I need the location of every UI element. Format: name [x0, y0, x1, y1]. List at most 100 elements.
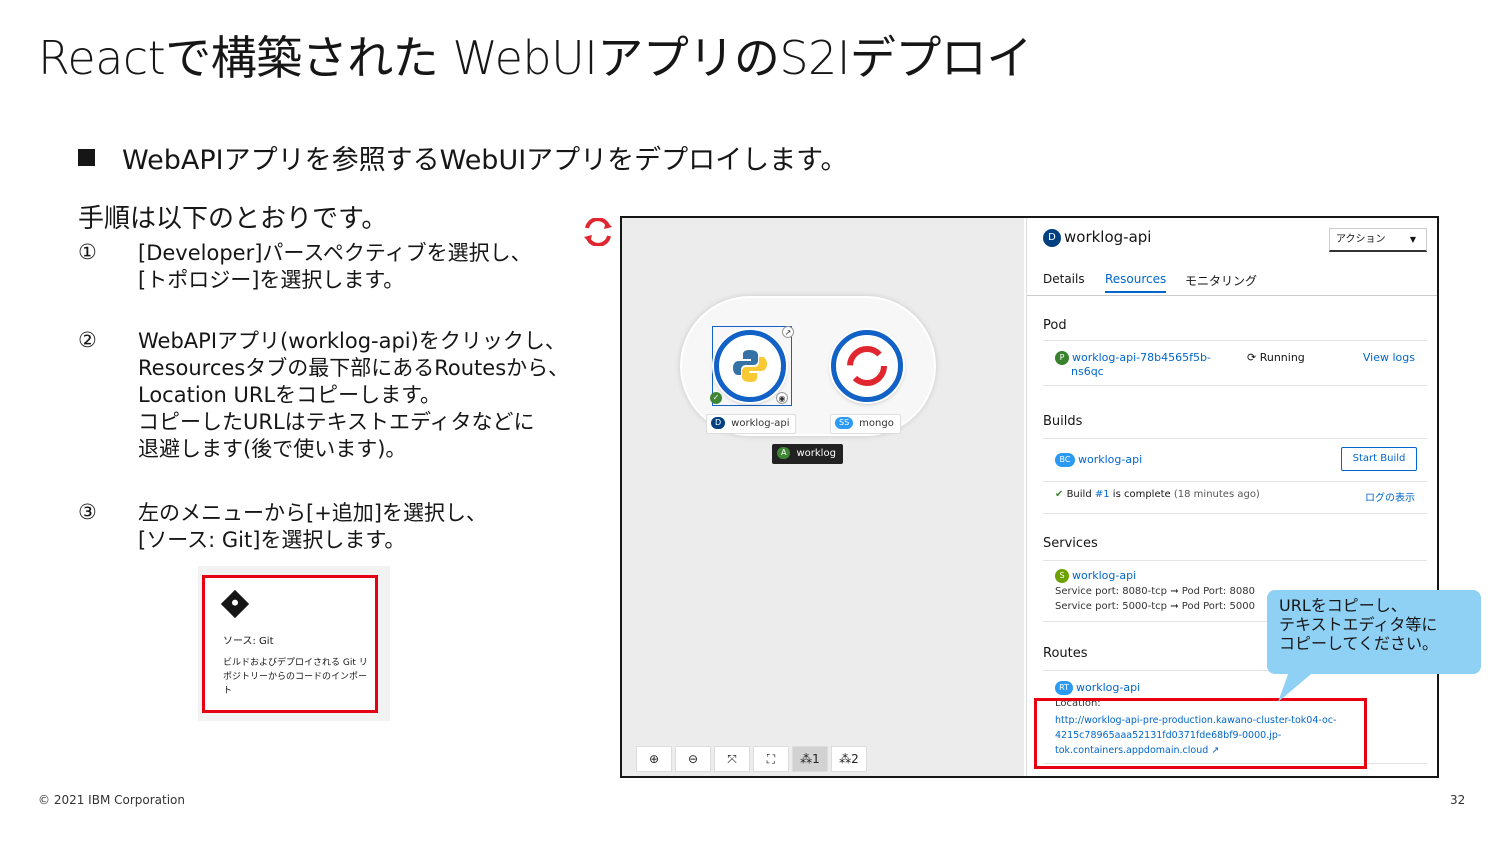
pod-badge: P	[1055, 351, 1069, 365]
step-text-3: 左のメニューから[+追加]を選択し、 [ソース: Git]を選択します。	[138, 500, 487, 554]
pod-name-line-2[interactable]: ns6qc	[1055, 365, 1211, 378]
build-status: ✔ Build #1 is complete (18 minutes ago)	[1055, 489, 1260, 500]
step-line: Resourcesタブの最下部にあるRoutesから、	[138, 356, 570, 380]
layout-1-button[interactable]: ⁂1	[792, 746, 828, 772]
build-success-icon: ✓	[710, 392, 722, 404]
tab-resources[interactable]: Resources	[1105, 272, 1167, 293]
buildconfig-badge: BC	[1055, 453, 1075, 467]
step-line: Location URLをコピーします。	[138, 383, 442, 407]
statefulset-badge: SS	[835, 417, 854, 429]
build-status-time: (18 minutes ago)	[1173, 489, 1260, 500]
page-number: 32	[1450, 793, 1466, 807]
build-status-prefix: Build	[1066, 489, 1092, 500]
node-name: worklog-api	[731, 418, 790, 429]
mongo-node-label[interactable]: SS mongo	[830, 414, 901, 434]
panel-title: Dworklog-api	[1043, 228, 1151, 247]
service-port-line-2: Service port: 5000-tcp ➞ Pod Port: 5000	[1055, 601, 1255, 612]
github-icon[interactable]: ◉	[776, 392, 788, 404]
check-circle-icon: ✔	[1055, 489, 1067, 500]
git-icon	[220, 589, 250, 619]
zoom-out-button[interactable]: ⊖	[675, 746, 711, 772]
routes-section-header: Routes	[1043, 646, 1088, 661]
sync-icon: ⟳	[1247, 351, 1260, 364]
node-name: mongo	[859, 418, 894, 429]
callout-line: コピーしてください。	[1279, 634, 1439, 653]
fit-to-screen-button[interactable]: ⤧	[714, 746, 750, 772]
slide-title: Reactで構築された WebUIアプリのS2Iデプロイ	[38, 31, 1032, 85]
python-icon	[733, 350, 767, 382]
steps-intro: 手順は以下のとおりです。	[78, 204, 388, 234]
bullet-square-icon	[78, 149, 95, 166]
step-number-1: ①	[78, 240, 97, 264]
route-url-highlight	[1034, 698, 1367, 769]
build-status-suffix: is complete	[1112, 489, 1171, 500]
worklog-api-node[interactable]	[714, 330, 786, 402]
pod-status-text: Running	[1259, 351, 1305, 364]
pod-name[interactable]: Pworklog-api-78b4565f5b- ns6qc	[1055, 351, 1211, 378]
openshift-icon	[847, 346, 887, 386]
step-line: [ソース: Git]を選択します。	[138, 528, 406, 552]
resource-side-panel: Dworklog-api アクション ▼ Details Resources モ…	[1026, 218, 1437, 776]
builds-card: BC worklog-api Start Build ✔ Build #1 is …	[1043, 438, 1427, 514]
deployment-badge: D	[1043, 228, 1061, 247]
service-name[interactable]: Sworklog-api	[1055, 569, 1136, 583]
callout-line: テキストエディタ等に	[1279, 615, 1438, 634]
service-link[interactable]: worklog-api	[1072, 569, 1136, 582]
pod-section-header: Pod	[1043, 318, 1067, 333]
pod-card: Pworklog-api-78b4565f5b- ns6qc ⟳ Running…	[1043, 340, 1427, 386]
step-text-1: [Developer]パースペクティブを選択し、 [トポロジー]を選択します。	[138, 240, 532, 294]
build-logs-link[interactable]: ログの表示	[1365, 489, 1415, 504]
service-badge: S	[1055, 569, 1069, 583]
panel-tabs: Details Resources モニタリング	[1027, 264, 1437, 296]
build-number-link[interactable]: #1	[1095, 489, 1110, 500]
deployment-badge: D	[711, 417, 726, 429]
git-card-title: ソース: Git	[223, 636, 274, 647]
tab-monitoring[interactable]: モニタリング	[1185, 272, 1257, 289]
layout-2-button[interactable]: ⁂2	[831, 746, 867, 772]
worklog-api-node-label[interactable]: Dworklog-api	[706, 414, 797, 434]
step-line: コピーしたURLはテキストエディタなどに	[138, 410, 535, 434]
build-config-link[interactable]: worklog-api	[1078, 453, 1142, 466]
application-name: worklog	[796, 448, 836, 459]
step-line: 退避します(後で使います)。	[138, 437, 407, 461]
external-link-icon[interactable]: ↗	[782, 326, 794, 338]
builds-section-header: Builds	[1043, 414, 1083, 429]
git-source-card-screenshot: ソース: Git ビルドおよびデプロイされる Git リポジトリーからのコードの…	[198, 566, 390, 721]
callout-bubble: URLをコピーし、 テキストエディタ等に コピーしてください。	[1267, 590, 1481, 674]
footer-copyright: © 2021 IBM Corporation	[38, 793, 185, 807]
route-badge: RT	[1055, 681, 1073, 695]
callout-line: URLをコピーし、	[1279, 596, 1407, 615]
application-badge: A	[777, 447, 791, 459]
mongo-node[interactable]	[831, 330, 903, 402]
panel-title-text: worklog-api	[1064, 228, 1152, 246]
zoom-in-button[interactable]: ⊕	[636, 746, 672, 772]
start-build-button[interactable]: Start Build	[1341, 447, 1417, 471]
pod-name-line-1[interactable]: worklog-api-78b4565f5b-	[1072, 351, 1211, 364]
step-number-3: ③	[78, 500, 97, 524]
action-dropdown[interactable]: アクション ▼	[1329, 228, 1427, 252]
openshift-icon	[584, 218, 612, 246]
step-number-2: ②	[78, 328, 97, 352]
git-source-card[interactable]: ソース: Git ビルドおよびデプロイされる Git リポジトリーからのコードの…	[202, 575, 378, 713]
fullscreen-button[interactable]: ⛶	[753, 746, 789, 772]
pod-status: ⟳ Running	[1247, 351, 1305, 364]
topology-toolbar: ⊕ ⊖ ⤧ ⛶ ⁂1 ⁂2	[636, 746, 867, 772]
step-text-2: WebAPIアプリ(worklog-api)をクリックし、 Resourcesタ…	[138, 328, 569, 463]
action-dropdown-label: アクション	[1336, 234, 1386, 245]
route-name[interactable]: RT worklog-api	[1055, 681, 1140, 695]
build-config-name[interactable]: BC worklog-api	[1055, 453, 1142, 467]
git-card-description: ビルドおよびデプロイされる Git リポジトリーからのコードのインポート	[223, 658, 368, 696]
service-port-line-1: Service port: 8080-tcp ➞ Pod Port: 8080	[1055, 586, 1255, 597]
step-line: 左のメニューから[+追加]を選択し、	[138, 501, 487, 525]
caret-down-icon: ▼	[1409, 235, 1416, 244]
bullet-text: WebAPIアプリを参照するWebUIアプリをデプロイします。	[122, 145, 848, 176]
step-line: WebAPIアプリ(worklog-api)をクリックし、	[138, 329, 566, 353]
view-logs-link[interactable]: View logs	[1363, 351, 1415, 364]
step-line: [Developer]パースペクティブを選択し、	[138, 241, 532, 265]
step-line: [トポロジー]を選択します。	[138, 268, 405, 292]
tab-details[interactable]: Details	[1043, 272, 1085, 286]
services-section-header: Services	[1043, 536, 1098, 551]
application-label[interactable]: Aworklog	[772, 444, 843, 464]
topology-view[interactable]: ↗ ✓ ◉ Dworklog-api SS mongo Aworklog ⊕ ⊖ …	[622, 218, 1024, 776]
route-link[interactable]: worklog-api	[1076, 681, 1140, 694]
